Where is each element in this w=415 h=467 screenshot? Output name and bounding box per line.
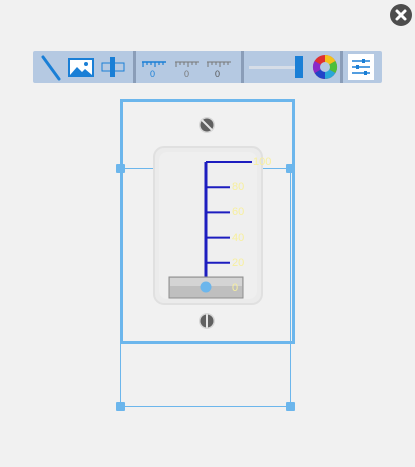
- needle-icon: [41, 55, 61, 81]
- resize-handle-bottom-left[interactable]: [116, 402, 125, 411]
- scale-tick-label: 100: [253, 156, 272, 168]
- scale-style-2-button[interactable]: 0: [173, 53, 201, 81]
- bar-style-button[interactable]: [99, 53, 127, 81]
- value-slider[interactable]: [247, 53, 305, 81]
- scale-tick-label: 0: [232, 282, 239, 294]
- toolbar-separator: [340, 51, 343, 83]
- svg-text:0: 0: [184, 69, 189, 79]
- image-icon: [68, 58, 94, 77]
- scale-tick-label: 80: [232, 181, 245, 194]
- top-screw-icon: [199, 117, 215, 133]
- bar-icon: [101, 57, 125, 77]
- needle-style-button[interactable]: [36, 53, 64, 81]
- scale-style-1-button[interactable]: 0: [140, 53, 168, 81]
- toolbar-separator: [133, 51, 136, 83]
- gauge-svg: [153, 117, 263, 329]
- image-style-button[interactable]: [67, 53, 95, 81]
- resize-handle-top-left[interactable]: [116, 164, 125, 173]
- value-slider-icon: [249, 56, 303, 78]
- settings-button[interactable]: [347, 53, 375, 81]
- scale-style-3-icon: 0: [207, 61, 231, 79]
- svg-text:0: 0: [215, 69, 220, 79]
- scale-tick-label: 60: [232, 206, 245, 219]
- color-wheel-button[interactable]: [311, 53, 339, 81]
- scale-style-1-icon: 0: [142, 61, 166, 79]
- scale-style-3-button[interactable]: 0: [205, 53, 233, 81]
- close-button[interactable]: [390, 4, 412, 26]
- toolbar-separator: [241, 51, 244, 83]
- scale-style-2-icon: 0: [175, 61, 199, 79]
- settings-icon: [348, 54, 374, 80]
- slider-gauge: 100 80 60 40 20 0: [127, 105, 287, 338]
- resize-handle-top-right[interactable]: [286, 164, 295, 173]
- scale-tick-label: 20: [232, 256, 245, 269]
- toolbar: 0 0 0: [33, 51, 382, 83]
- color-wheel-icon: [312, 54, 338, 79]
- bottom-screw-icon: [199, 313, 215, 329]
- close-icon: [395, 9, 407, 21]
- scale-tick-label: 40: [232, 231, 245, 244]
- slider-handle-dot: [200, 281, 212, 293]
- resize-handle-bottom-right[interactable]: [286, 402, 295, 411]
- svg-text:0: 0: [150, 69, 155, 79]
